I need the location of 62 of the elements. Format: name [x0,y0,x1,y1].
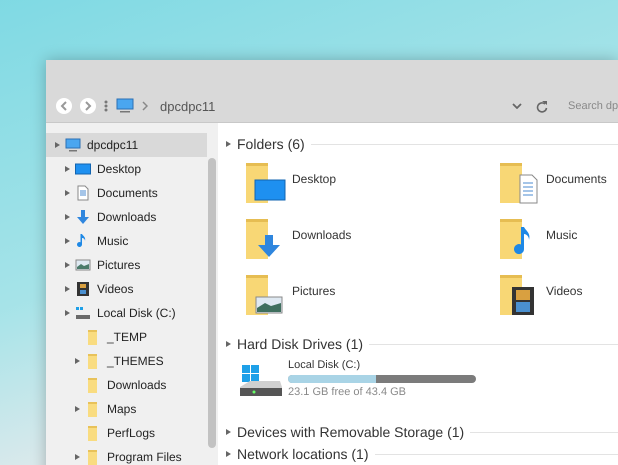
search-field[interactable]: Search dp [568,100,618,112]
expand-icon[interactable] [64,214,70,220]
expand-icon[interactable] [226,451,231,457]
drive-name[interactable]: Local Disk (C:) [288,359,476,371]
tree-item[interactable]: Music [46,229,207,253]
free-space-text: 23.1 GB free of 43.4 GB [288,386,408,398]
group-header[interactable]: Devices with Removable Storage (1) [237,424,464,440]
back-button[interactable] [56,98,72,114]
group-header[interactable]: Hard Disk Drives (1) [237,336,364,352]
address-path[interactable]: dpcdpc11 [160,98,216,114]
expand-icon[interactable] [74,406,80,412]
group-header[interactable]: Network locations (1) [237,446,368,462]
group-header[interactable]: Folders (6) [237,136,305,152]
expand-icon[interactable] [74,358,80,364]
computer-icon [65,137,81,153]
folder-name[interactable]: Desktop [292,172,336,186]
expand-icon[interactable] [64,262,70,268]
refresh-icon[interactable] [536,100,548,112]
expand-icon[interactable] [54,142,60,148]
expand-icon[interactable] [226,429,231,435]
expand-icon[interactable] [64,310,70,316]
chevron-left-icon [60,101,68,111]
folder-name[interactable]: Downloads [292,228,352,242]
expand-icon[interactable] [64,238,70,244]
tree-item[interactable]: Desktop [46,157,207,181]
tree-item[interactable]: Documents [46,181,207,205]
picture-icon [75,257,91,273]
dropdown-icon[interactable] [512,103,522,109]
expand-icon[interactable] [64,190,70,196]
monitor-icon [75,161,91,177]
expand-icon[interactable] [226,141,231,147]
folder-name[interactable]: Videos [546,284,582,298]
chevron-right-icon [84,101,92,111]
tree-item[interactable]: _TEMP [46,325,207,349]
drive-icon [75,305,91,321]
tree-item[interactable]: Program Files [46,445,207,465]
tree-item[interactable]: Downloads [46,205,207,229]
folder-name[interactable]: Documents [546,172,607,186]
expand-icon[interactable] [226,341,231,347]
more-icon[interactable] [104,100,108,112]
scrollbar[interactable] [208,158,216,448]
document-icon [75,185,91,201]
computer-icon [116,98,134,114]
folder-icon [498,161,540,205]
folder-name[interactable]: Pictures [292,284,336,298]
tree-item[interactable]: Local Disk (C:) [46,301,207,325]
tree-item[interactable]: _THEMES [46,349,207,373]
tree-item[interactable]: dpcdpc11 [46,133,207,157]
down-arrow-icon [75,209,91,225]
tree-item[interactable]: PerfLogs [46,421,207,445]
tree-item[interactable]: Maps [46,397,207,421]
film-icon [75,281,91,297]
expand-icon[interactable] [64,166,70,172]
tree-item[interactable]: Pictures [46,253,207,277]
expand-icon[interactable] [64,286,70,292]
tree-item[interactable]: Downloads [46,373,207,397]
tree-item[interactable]: Videos [46,277,207,301]
expand-icon[interactable] [74,454,80,460]
folder-name[interactable]: Music [546,228,578,242]
folder-icon [244,161,286,205]
forward-button[interactable] [80,98,96,114]
chevron-icon [142,101,148,111]
